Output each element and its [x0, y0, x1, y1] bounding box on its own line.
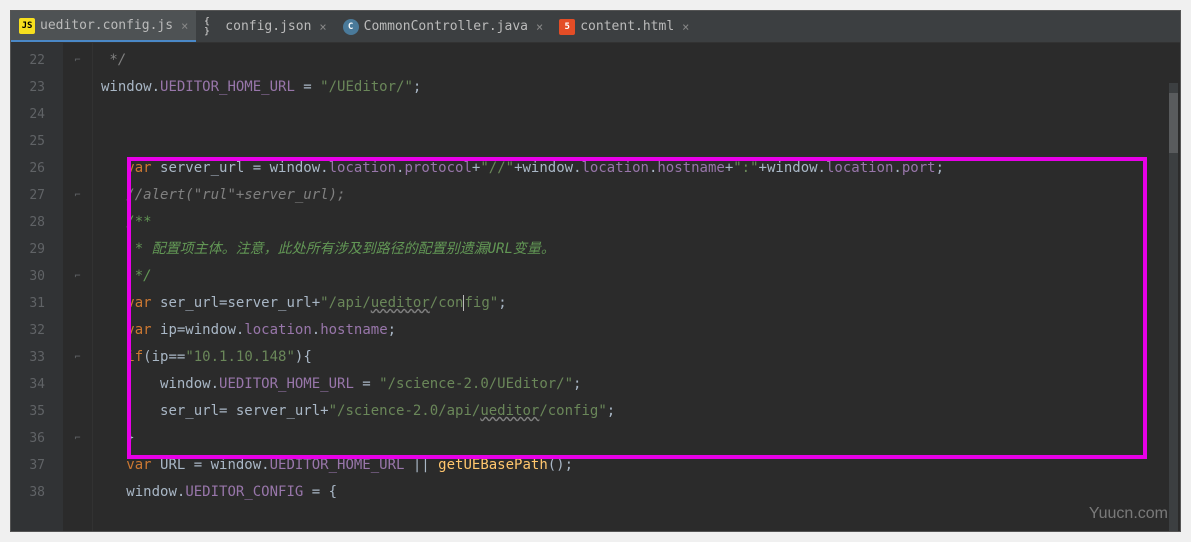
code-line-24[interactable]: [93, 101, 1180, 128]
fold-mark: [63, 236, 92, 263]
code-line-23[interactable]: window.UEDITOR_HOME_URL = "/UEditor/";: [93, 74, 1180, 101]
code-line-37[interactable]: var URL = window.UEDITOR_HOME_URL || get…: [93, 452, 1180, 479]
line-number: 38: [11, 479, 63, 506]
tab-config-json[interactable]: { } config.json ×: [196, 11, 334, 42]
code-line-34[interactable]: window.UEDITOR_HOME_URL = "/science-2.0/…: [93, 371, 1180, 398]
tab-label: config.json: [225, 19, 311, 34]
line-number: 25: [11, 128, 63, 155]
line-number: 23: [11, 74, 63, 101]
fold-mark: [63, 371, 92, 398]
line-number-gutter: 2223242526272829303132333435363738: [11, 43, 63, 531]
code-line-35[interactable]: ser_url= server_url+"/science-2.0/api/ue…: [93, 398, 1180, 425]
line-number: 36: [11, 425, 63, 452]
tab-bar: JS ueditor.config.js × { } config.json ×…: [11, 11, 1180, 43]
json-icon: { }: [204, 19, 220, 35]
line-number: 34: [11, 371, 63, 398]
tab-label: ueditor.config.js: [40, 18, 173, 33]
fold-mark[interactable]: ⌐: [63, 263, 92, 290]
close-icon[interactable]: ×: [682, 20, 689, 34]
line-number: 22: [11, 47, 63, 74]
fold-mark: [63, 398, 92, 425]
java-class-icon: C: [343, 19, 359, 35]
code-line-32[interactable]: var ip=window.location.hostname;: [93, 317, 1180, 344]
line-number: 29: [11, 236, 63, 263]
fold-mark: [63, 290, 92, 317]
line-number: 30: [11, 263, 63, 290]
tab-content-html[interactable]: 5 content.html ×: [551, 11, 697, 42]
javascript-icon: JS: [19, 18, 35, 34]
code-area[interactable]: */ window.UEDITOR_HOME_URL = "/UEditor/"…: [93, 43, 1180, 531]
fold-mark[interactable]: ⌐: [63, 344, 92, 371]
line-number: 28: [11, 209, 63, 236]
fold-mark: [63, 128, 92, 155]
fold-gutter: ⌐ ⌐ ⌐ ⌐ ⌐: [63, 43, 93, 531]
scrollbar-thumb[interactable]: [1169, 93, 1178, 153]
tab-label: CommonController.java: [364, 19, 528, 34]
editor-area: 2223242526272829303132333435363738 ⌐⌐⌐⌐⌐…: [11, 43, 1180, 531]
fold-mark: [63, 155, 92, 182]
code-line-30[interactable]: */: [93, 263, 1180, 290]
line-number: 24: [11, 101, 63, 128]
code-line-38[interactable]: window.UEDITOR_CONFIG = {: [93, 479, 1180, 506]
line-number: 31: [11, 290, 63, 317]
fold-mark: [63, 209, 92, 236]
fold-mark: [63, 452, 92, 479]
code-line-25[interactable]: [93, 128, 1180, 155]
line-number: 33: [11, 344, 63, 371]
code-line-27[interactable]: //alert("rul"+server_url);: [93, 182, 1180, 209]
tab-ueditor-config-js[interactable]: JS ueditor.config.js ×: [11, 11, 196, 42]
line-number: 35: [11, 398, 63, 425]
ide-window: JS ueditor.config.js × { } config.json ×…: [10, 10, 1181, 532]
fold-mark[interactable]: ⌐: [63, 182, 92, 209]
code-line-22[interactable]: */: [93, 47, 1180, 74]
code-line-28[interactable]: /**: [93, 209, 1180, 236]
code-line-26[interactable]: var server_url = window.location.protoco…: [93, 155, 1180, 182]
code-line-31[interactable]: var ser_url=server_url+"/api/ueditor/con…: [93, 290, 1180, 317]
line-number: 37: [11, 452, 63, 479]
fold-mark: [63, 74, 92, 101]
code-line-33[interactable]: if(ip=="10.1.10.148"){: [93, 344, 1180, 371]
close-icon[interactable]: ×: [181, 19, 188, 33]
code-line-29[interactable]: * 配置项主体。注意，此处所有涉及到路径的配置别遗漏URL变量。: [93, 236, 1180, 263]
fold-mark: [63, 317, 92, 344]
line-number: 32: [11, 317, 63, 344]
fold-mark: [63, 101, 92, 128]
html-icon: 5: [559, 19, 575, 35]
line-number: 27: [11, 182, 63, 209]
tab-common-controller-java[interactable]: C CommonController.java ×: [335, 11, 552, 42]
vertical-scrollbar[interactable]: [1169, 83, 1178, 532]
fold-mark: [63, 479, 92, 506]
fold-mark[interactable]: ⌐: [63, 47, 92, 74]
close-icon[interactable]: ×: [536, 20, 543, 34]
line-number: 26: [11, 155, 63, 182]
fold-mark[interactable]: ⌐: [63, 425, 92, 452]
tab-label: content.html: [580, 19, 674, 34]
close-icon[interactable]: ×: [319, 20, 326, 34]
code-line-36[interactable]: }: [93, 425, 1180, 452]
